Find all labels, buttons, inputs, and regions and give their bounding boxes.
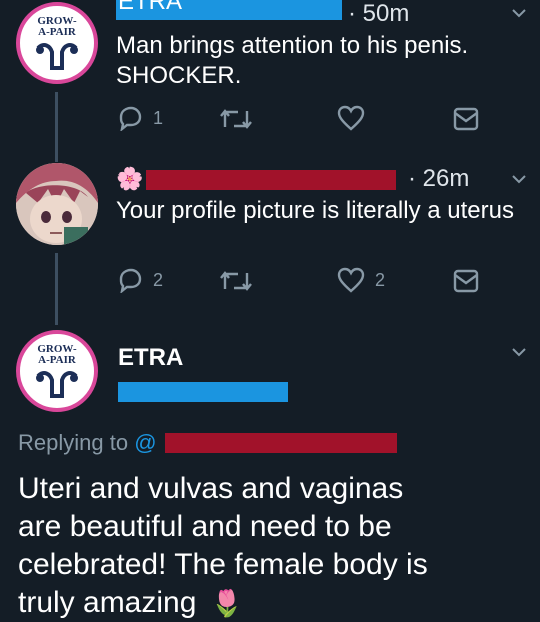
- dm-icon: [453, 107, 479, 131]
- handle-fragment: ETRA: [118, 0, 183, 15]
- like-button[interactable]: 2: [337, 267, 385, 293]
- avatar-grow-a-pair[interactable]: GROW- A-PAIR: [16, 330, 98, 412]
- tweet-time[interactable]: · 26m: [408, 165, 469, 193]
- reply-icon: [119, 268, 142, 293]
- redacted-handle: [118, 382, 288, 402]
- dm-icon: [453, 269, 479, 293]
- replying-to: Replying to @: [18, 430, 157, 456]
- reply-count: 2: [153, 269, 164, 290]
- dm-button[interactable]: [453, 269, 479, 293]
- thread-line: [55, 92, 58, 162]
- retweet-icon: [220, 109, 252, 129]
- dm-button[interactable]: [453, 107, 479, 131]
- reply-icon: [119, 106, 142, 131]
- reply-button[interactable]: 2: [117, 267, 163, 293]
- tweet-text-line1: Man brings attention to his penis.: [116, 32, 469, 59]
- retweet-button[interactable]: [218, 269, 254, 293]
- redacted-mention: [165, 433, 397, 453]
- thread-line: [55, 253, 58, 325]
- tweet-text: Your profile picture is literally a uter…: [116, 197, 514, 224]
- like-button[interactable]: [337, 105, 365, 131]
- tweet-text-line2: are beautiful and need to be: [18, 510, 392, 543]
- tulip-emoji: 🌷: [210, 588, 244, 618]
- tweet-text-line2: SHOCKER.: [116, 62, 242, 89]
- uterus-icon: [36, 371, 78, 398]
- redacted-username: [146, 170, 396, 190]
- display-name[interactable]: ETRA: [118, 344, 183, 372]
- uterus-icon: [36, 43, 78, 70]
- tweet-text-line4: truly amazing 🌷: [18, 584, 243, 622]
- retweet-button[interactable]: [218, 107, 254, 131]
- tweet-text-line3: celebrated! The female body is: [18, 548, 428, 581]
- tweet-time[interactable]: · 50m: [348, 0, 409, 28]
- replying-mention[interactable]: @: [134, 430, 156, 455]
- avatar-grow-a-pair[interactable]: GROW- A-PAIR: [16, 2, 98, 84]
- like-icon: [337, 267, 365, 293]
- replying-prefix: Replying to: [18, 430, 135, 455]
- tweet-text-line4-text: truly amazing: [18, 586, 197, 619]
- chevron-down-icon[interactable]: [512, 175, 526, 184]
- like-count: 2: [375, 269, 386, 290]
- chevron-down-icon[interactable]: [512, 348, 526, 357]
- tweet-text-line1: Uteri and vulvas and vaginas: [18, 472, 404, 505]
- retweet-icon: [220, 271, 252, 291]
- avatar-anime[interactable]: [16, 163, 98, 245]
- reply-button[interactable]: 1: [117, 105, 163, 131]
- chevron-down-icon[interactable]: [512, 9, 526, 18]
- like-icon: [337, 105, 365, 131]
- flower-badge: 🌸: [116, 166, 144, 191]
- anime-avatar-image: [16, 163, 98, 245]
- reply-count: 1: [153, 107, 164, 128]
- avatar-text-line2: A-PAIR: [38, 354, 76, 366]
- avatar-text-line2: A-PAIR: [38, 26, 76, 38]
